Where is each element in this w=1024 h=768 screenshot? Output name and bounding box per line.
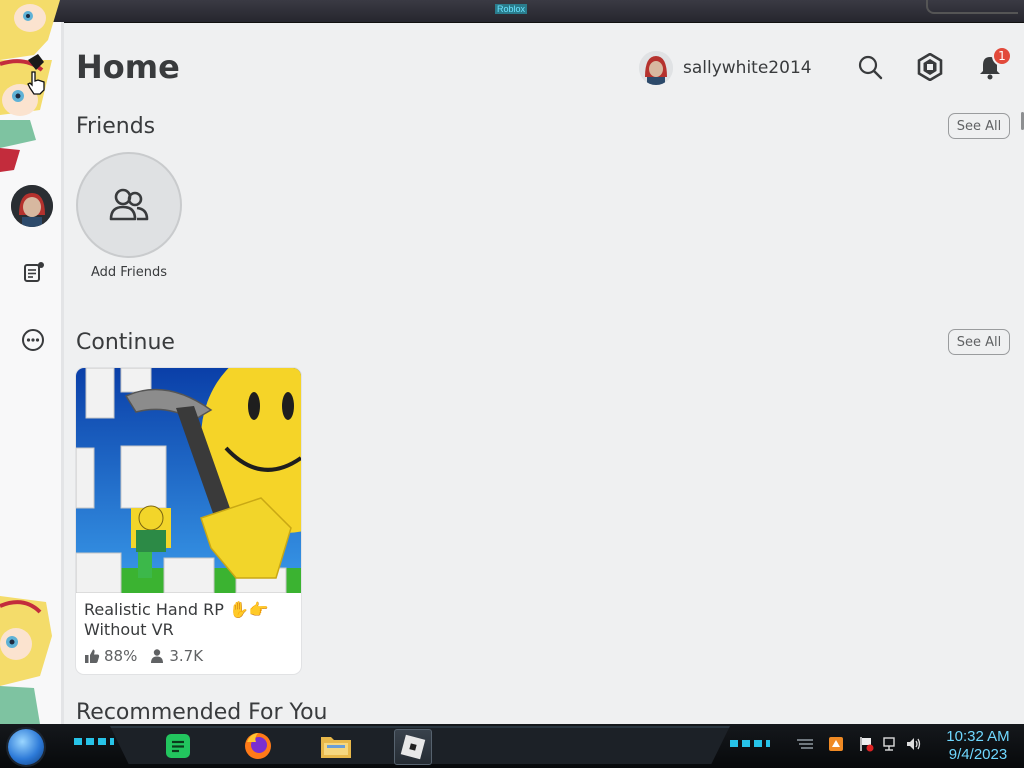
username-label: sallywhite2014 (683, 58, 812, 78)
rating-value: 88% (104, 647, 138, 665)
clock-date: 9/4/2023 (948, 746, 1008, 763)
game-title: Realistic Hand RP ✋👉 Without VR (84, 600, 269, 639)
thumbs-up-icon (85, 649, 100, 663)
taskbar-accent-right (730, 740, 770, 747)
page-title: Home (76, 48, 180, 86)
players-value: 3.7K (169, 647, 204, 665)
firefox-icon (245, 733, 271, 759)
user-profile-chip[interactable]: sallywhite2014 (639, 50, 812, 86)
friends-see-all-button[interactable]: See All (948, 113, 1010, 139)
add-friends-label: Add Friends (90, 265, 168, 280)
start-button[interactable] (8, 729, 44, 765)
search-icon (858, 55, 883, 80)
tray-network[interactable] (880, 734, 900, 754)
notification-badge: 1 (992, 46, 1012, 66)
add-friends-button[interactable] (76, 152, 182, 258)
network-icon (883, 737, 895, 751)
window-titlebar[interactable]: Roblox (0, 0, 1024, 23)
game-card[interactable]: Realistic Hand RP ✋👉 Without VR 88% 3.7K (76, 368, 301, 674)
game-thumbnail (76, 368, 301, 593)
document-icon (24, 262, 44, 282)
taskbar-roblox[interactable] (394, 729, 432, 765)
stack-icon (797, 739, 813, 749)
speaker-icon (907, 738, 921, 750)
search-button[interactable] (855, 52, 885, 82)
taskbar-notes-app[interactable] (160, 729, 196, 763)
add-friends-icon (109, 188, 149, 221)
messages-nav-button[interactable] (18, 258, 48, 288)
more-nav-button[interactable] (18, 325, 48, 355)
players-icon (151, 649, 164, 663)
folder-icon (321, 737, 351, 758)
players-stat: 3.7K (149, 647, 203, 665)
avatar (639, 51, 673, 85)
roblox-icon (400, 734, 426, 760)
flag-alert-icon (860, 737, 874, 752)
tray-show-hidden-icons[interactable] (795, 734, 815, 754)
tray-volume[interactable] (904, 734, 924, 754)
clock-time: 10:32 AM (946, 728, 1010, 745)
taskbar-accent-left (74, 738, 114, 745)
sidebar (0, 0, 64, 724)
more-dots-icon (22, 329, 44, 351)
recommended-section-title: Recommended For You (76, 700, 328, 724)
orange-app-icon (829, 737, 843, 751)
notifications-button[interactable]: 1 (975, 46, 1012, 82)
taskbar-clock[interactable]: 10:32 AM 9/4/2023 (936, 728, 1020, 764)
continue-section-title: Continue (76, 330, 175, 355)
window-controls[interactable] (926, 0, 1018, 14)
game-stats: 88% 3.7K (84, 647, 215, 665)
wallpaper-character-bottom (0, 596, 56, 724)
robux-button[interactable] (915, 52, 945, 82)
taskbar: 10:32 AM 9/4/2023 (0, 724, 1024, 768)
friends-section-title: Friends (76, 114, 156, 139)
avatar-nav-button[interactable] (11, 185, 53, 227)
window-title: Roblox (495, 4, 528, 14)
green-notes-icon (166, 734, 190, 758)
robux-icon (917, 53, 943, 81)
main-content: Home sallywhite2014 1 Friends See All Ad… (64, 22, 1024, 724)
rating-stat: 88% (84, 647, 137, 665)
continue-see-all-button[interactable]: See All (948, 329, 1010, 355)
taskbar-file-explorer[interactable] (318, 729, 354, 763)
tray-action-center[interactable] (856, 734, 876, 754)
hand-cursor-icon (26, 70, 48, 96)
wallpaper-character-top (0, 0, 60, 200)
taskbar-firefox[interactable] (240, 729, 276, 763)
avatar-icon (11, 185, 53, 227)
tray-app-icon[interactable] (826, 734, 846, 754)
